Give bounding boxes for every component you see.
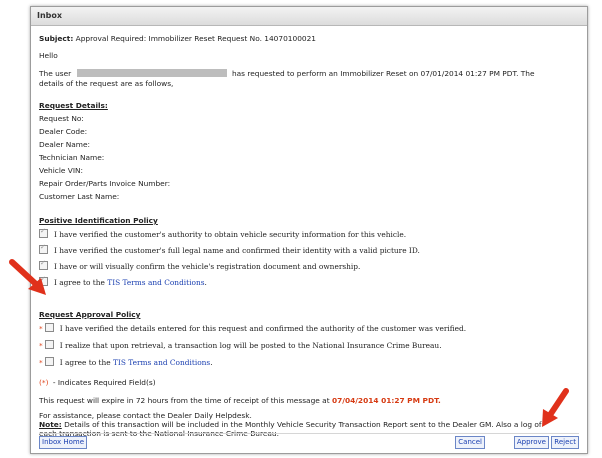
expire-time: 07/04/2014 01:27 PM PDT (331, 396, 438, 405)
positive-id-heading: Positive Identification Policy (39, 216, 158, 225)
field-customer-last-name: Customer Last Name: (39, 192, 120, 201)
note-line: Note: Details of this transaction will b… (39, 420, 542, 429)
field-dealer-name: Dealer Name: (39, 140, 91, 149)
action-bar: Inbox Home Cancel Approve Reject (39, 433, 579, 450)
pid-agree-pre: I agree to the (54, 278, 105, 287)
pid-item-4: I agree to the TIS Terms and Conditions. (39, 275, 207, 287)
intro-line-2: details of the request are as follows, (39, 79, 174, 88)
note-label: Note: (39, 420, 62, 429)
required-mark: * (39, 324, 43, 333)
pid-item-3: I have or will visually confirm the vehi… (39, 259, 361, 271)
subject-label: Subject: (39, 34, 74, 43)
note-text: Details of this transaction will be incl… (64, 420, 542, 429)
field-vehicle-vin: Vehicle VIN: (39, 166, 84, 175)
approval-item-2-label: I realize that upon retrieval, a transac… (59, 341, 442, 350)
field-technician-name: Technician Name: (39, 153, 105, 162)
pid-item-2: I have verified the customer's full lega… (39, 243, 420, 255)
pid-item-1: I have verified the customer's authority… (39, 227, 407, 239)
pid-checkbox-2[interactable] (39, 243, 48, 254)
subject-text: Approval Required: Immobilizer Reset Req… (75, 34, 317, 43)
approval-checkbox-2[interactable] (44, 340, 54, 349)
required-note-mark: (*) (39, 378, 49, 387)
required-note: (*) - Indicates Required Field(s) (39, 378, 156, 387)
required-mark: * (39, 358, 43, 367)
approval-terms-link[interactable]: TIS Terms and Conditions (113, 358, 210, 367)
field-request-no: Request No: (39, 114, 84, 123)
intro-post: has requested to perform an Immobilizer … (231, 69, 535, 78)
inbox-home-button[interactable]: Inbox Home (39, 436, 88, 449)
reject-button[interactable]: Reject (551, 436, 579, 449)
expire-post: . (438, 396, 441, 405)
expire-pre: This request will expire in 72 hours fro… (39, 396, 330, 405)
expire-line: This request will expire in 72 hours fro… (39, 396, 441, 405)
approval-item-2: * I realize that upon retrieval, a transa… (39, 340, 442, 350)
inbox-window: Inbox Subject: Approval Required: Immobi… (30, 6, 588, 454)
approval-item-1-label: I have verified the details entered for … (59, 324, 467, 333)
assistance-line: For assistance, please contact the Deale… (39, 411, 252, 420)
intro-line: The user has requested to perform an Imm… (39, 69, 535, 78)
pid-checkbox-1[interactable] (39, 227, 48, 238)
approval-policy-heading: Request Approval Policy (39, 310, 141, 319)
approval-agree-post: . (210, 358, 213, 367)
required-note-text: - Indicates Required Field(s) (50, 378, 156, 387)
pid-terms-link[interactable]: TIS Terms and Conditions (107, 278, 204, 287)
field-dealer-code: Dealer Code: (39, 127, 88, 136)
pid-item-3-label: I have or will visually confirm the vehi… (54, 262, 361, 271)
pid-item-2-label: I have verified the customer's full lega… (54, 246, 420, 255)
message-body: Subject: Approval Required: Immobilizer … (31, 26, 587, 438)
approval-item-1: * I have verified the details entered for… (39, 323, 466, 333)
approve-button[interactable]: Approve (513, 436, 549, 449)
approval-agree-pre: I agree to the (59, 358, 111, 367)
annotation-arrow-icon (542, 388, 569, 427)
subject-line: Subject: Approval Required: Immobilizer … (39, 34, 316, 43)
approval-checkbox-3[interactable] (44, 357, 54, 366)
approval-checkbox-1[interactable] (44, 323, 54, 332)
annotation-arrow-icon (9, 259, 46, 295)
redacted-username (76, 69, 227, 77)
pid-agree-post: . (204, 278, 207, 287)
intro-pre: The user (39, 69, 72, 78)
cancel-button[interactable]: Cancel (455, 436, 485, 449)
pid-item-1-label: I have verified the customer's authority… (54, 230, 407, 239)
greeting: Hello (39, 51, 58, 60)
required-mark: * (39, 341, 43, 350)
window-title: Inbox (31, 7, 587, 26)
approval-item-3: * I agree to the TIS Terms and Conditions… (39, 357, 213, 367)
request-details-heading: Request Details: (39, 101, 108, 110)
field-repair-order: Repair Order/Parts Invoice Number: (39, 179, 171, 188)
